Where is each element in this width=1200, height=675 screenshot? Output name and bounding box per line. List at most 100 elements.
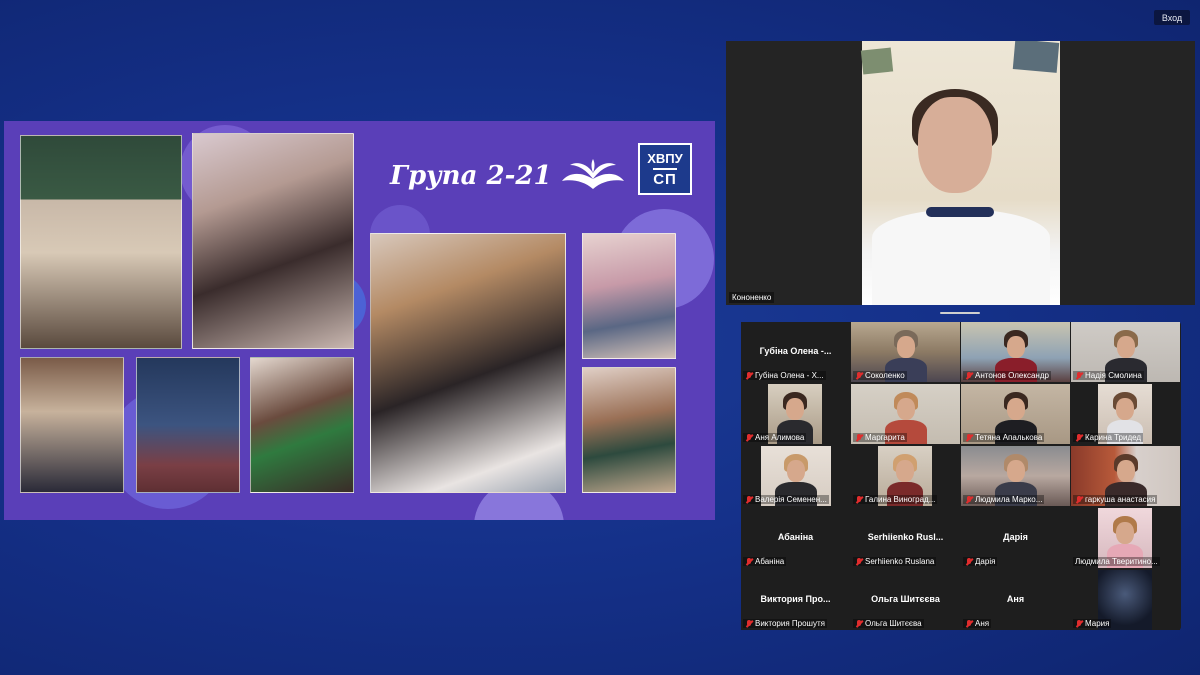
- participant-center-name: Дарія: [1003, 532, 1028, 542]
- participant-tile[interactable]: Дарія Дарія: [961, 508, 1070, 568]
- participant-name: Галина Виноград...: [865, 495, 936, 504]
- participant-tile[interactable]: Людмила Марко...: [961, 446, 1070, 506]
- active-speaker-video[interactable]: Кононенко: [726, 41, 1195, 305]
- participant-label: Соколенко: [853, 371, 907, 380]
- participant-tile[interactable]: Надія Смолина: [1071, 322, 1180, 382]
- participant-name: Карина Тридед: [1085, 433, 1142, 442]
- mic-muted-icon: [855, 557, 863, 566]
- participant-label: Аня Алимова: [743, 433, 807, 442]
- open-book-logo-icon: [562, 159, 624, 189]
- participant-tile[interactable]: Виктория Про... Виктория Прошутя: [741, 570, 850, 630]
- mic-muted-icon: [855, 433, 863, 442]
- participant-name: Аня Алимова: [755, 433, 805, 442]
- slide-photo-hair-styling: [250, 357, 354, 493]
- mic-muted-icon: [745, 619, 753, 628]
- participant-tile[interactable]: Мария: [1071, 570, 1180, 630]
- participant-name: Людмила Тверитино...: [1075, 557, 1158, 566]
- mic-muted-icon: [855, 495, 863, 504]
- participant-name: Тетяна Апалькова: [975, 433, 1043, 442]
- participant-name: Антонов Олександр: [975, 371, 1049, 380]
- mic-muted-icon: [965, 433, 973, 442]
- participant-name: Аня: [975, 619, 990, 628]
- participant-label: Надія Смолина: [1073, 371, 1144, 380]
- participant-tile[interactable]: Тетяна Апалькова: [961, 384, 1070, 444]
- participant-label: Людмила Тверитино...: [1073, 557, 1160, 566]
- participant-center-name: Ольга Шитєєва: [871, 594, 940, 604]
- participant-center-name: Виктория Про...: [760, 594, 831, 604]
- participant-name: Валерія Семенен...: [755, 495, 827, 504]
- participant-name: Serhiienko Ruslana: [865, 557, 935, 566]
- panel-resize-handle[interactable]: [940, 312, 980, 314]
- mic-muted-icon: [965, 495, 973, 504]
- mic-muted-icon: [745, 433, 753, 442]
- participant-tile[interactable]: Карина Тридед: [1071, 384, 1180, 444]
- participant-name: Дарія: [975, 557, 996, 566]
- mic-muted-icon: [1075, 495, 1083, 504]
- participant-label: Валерія Семенен...: [743, 495, 829, 504]
- participant-tile[interactable]: Ольга Шитєєва Ольга Шитєєва: [851, 570, 960, 630]
- participant-tile[interactable]: Губіна Олена -... Губіна Олена - Х...: [741, 322, 850, 382]
- speaker-shirt: [872, 209, 1050, 305]
- emblem-line-1: ХВПУ: [647, 150, 683, 166]
- participant-label: Мария: [1073, 619, 1112, 628]
- wall-picture: [1012, 41, 1060, 73]
- speaker-camera-feed: [860, 41, 1060, 305]
- participant-label: Тетяна Апалькова: [963, 433, 1045, 442]
- mic-muted-icon: [1075, 433, 1083, 442]
- participant-tile[interactable]: Соколенко: [851, 322, 960, 382]
- shared-screen-slide: Група 2-21 ХВПУ СП: [4, 121, 715, 520]
- participant-tile[interactable]: Людмила Тверитино...: [1071, 508, 1180, 568]
- participant-center-name: Абаніна: [777, 532, 814, 542]
- slide-photo-curling: [582, 367, 676, 493]
- wall-picture: [860, 47, 894, 75]
- speaker-face: [918, 97, 992, 193]
- mic-muted-icon: [745, 557, 753, 566]
- mic-muted-icon: [965, 557, 973, 566]
- participant-label: Аня: [963, 619, 992, 628]
- participant-name: Губіна Олена - Х...: [755, 371, 824, 380]
- participant-label: Карина Тридед: [1073, 433, 1144, 442]
- participant-name: Абаніна: [755, 557, 785, 566]
- participant-center-name: Аня: [1006, 594, 1025, 604]
- participant-name: Людмила Марко...: [975, 495, 1043, 504]
- participant-name: Маргарита: [865, 433, 905, 442]
- participant-tile[interactable]: Галина Виноград...: [851, 446, 960, 506]
- slide-photo-presenters: [136, 357, 240, 493]
- participant-tile[interactable]: Валерія Семенен...: [741, 446, 850, 506]
- mic-muted-icon: [855, 619, 863, 628]
- participant-tile[interactable]: Аня Аня: [961, 570, 1070, 630]
- participant-label: Галина Виноград...: [853, 495, 938, 504]
- participant-label: Антонов Олександр: [963, 371, 1051, 380]
- participant-label: гаркуша анастасия: [1073, 495, 1158, 504]
- participant-label: Абаніна: [743, 557, 787, 566]
- participant-label: Дарія: [963, 557, 998, 566]
- participant-label: Губіна Олена - Х...: [743, 371, 826, 380]
- participant-name: Надія Смолина: [1085, 371, 1142, 380]
- slide-title: Група 2-21: [390, 161, 552, 191]
- participant-name: Соколенко: [865, 371, 905, 380]
- mic-muted-icon: [965, 619, 973, 628]
- participant-center-name: Губіна Олена -...: [759, 346, 832, 356]
- mic-muted-icon: [745, 495, 753, 504]
- slide-photo-stage-event: [20, 357, 124, 493]
- participant-label: Маргарита: [853, 433, 907, 442]
- participant-name: гаркуша анастасия: [1085, 495, 1156, 504]
- participant-tile[interactable]: Serhiienko Rusl... Serhiienko Ruslana: [851, 508, 960, 568]
- participant-tile[interactable]: Абаніна Абаніна: [741, 508, 850, 568]
- mic-muted-icon: [965, 371, 973, 380]
- participant-tile[interactable]: Антонов Олександр: [961, 322, 1070, 382]
- slide-photo-braiding-class: [370, 233, 566, 493]
- emblem-line-2: СП: [653, 167, 677, 189]
- login-button[interactable]: Вход: [1154, 10, 1190, 25]
- participant-tile[interactable]: гаркуша анастасия: [1071, 446, 1180, 506]
- participant-tile[interactable]: Аня Алимова: [741, 384, 850, 444]
- mic-muted-icon: [1075, 619, 1083, 628]
- participant-label: Виктория Прошутя: [743, 619, 827, 628]
- participant-label: Людмила Марко...: [963, 495, 1045, 504]
- participant-label: Ольга Шитєєва: [853, 619, 924, 628]
- mic-muted-icon: [1075, 371, 1083, 380]
- slide-photo-costumes: [20, 135, 182, 349]
- participant-label: Serhiienko Ruslana: [853, 557, 937, 566]
- participant-tile[interactable]: Маргарита: [851, 384, 960, 444]
- participant-name: Виктория Прошутя: [755, 619, 825, 628]
